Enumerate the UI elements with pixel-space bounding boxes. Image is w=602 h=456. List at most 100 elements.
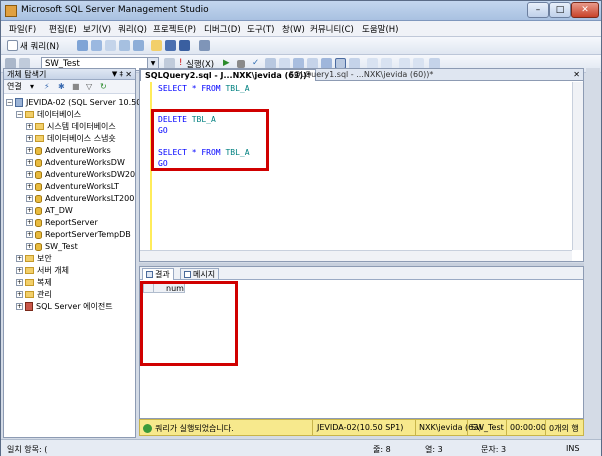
- divider: [415, 420, 416, 435]
- tree-node-database[interactable]: + AdventureWorks: [26, 145, 111, 156]
- object-explorer-toolbar: 연결 ▾ ⚡ ✱ ■ ▽ ↻: [4, 80, 135, 94]
- expand-icon[interactable]: +: [26, 171, 33, 178]
- menu-debug[interactable]: 디버그(D): [204, 23, 241, 35]
- server-icon: [15, 98, 23, 107]
- divider: [467, 420, 468, 435]
- tree-node-database[interactable]: + SW_Test: [26, 241, 78, 252]
- save-all-icon[interactable]: [179, 40, 190, 51]
- minimize-button[interactable]: –: [527, 2, 549, 18]
- parse-icon[interactable]: ✓: [252, 58, 259, 68]
- activity-monitor-icon[interactable]: [199, 40, 210, 51]
- expand-icon[interactable]: +: [26, 135, 33, 142]
- tab-messages[interactable]: 메시지: [180, 268, 220, 280]
- close-button[interactable]: ✕: [571, 2, 599, 18]
- tree-node-server[interactable]: − JEVIDA-02 (SQL Server 10.50: [6, 97, 141, 108]
- database-icon: [35, 218, 42, 227]
- menu-edit[interactable]: 편집(E): [49, 23, 77, 35]
- folder-icon: [35, 135, 44, 142]
- expand-icon[interactable]: +: [26, 147, 33, 154]
- close-tab-icon[interactable]: ✕: [573, 69, 580, 81]
- collapse-icon[interactable]: −: [16, 111, 23, 118]
- collapse-icon[interactable]: −: [6, 99, 13, 106]
- tree-node-databases[interactable]: − 데이터베이스: [16, 109, 81, 120]
- menu-window[interactable]: 창(W): [282, 23, 305, 35]
- status-line: 줄: 8: [373, 445, 391, 454]
- expand-icon[interactable]: +: [26, 183, 33, 190]
- agent-icon: [25, 302, 33, 311]
- maximize-button[interactable]: □: [549, 2, 571, 18]
- expand-icon[interactable]: +: [26, 207, 33, 214]
- connect-dropdown[interactable]: 연결: [7, 82, 22, 91]
- code-area[interactable]: SELECT * FROM TBL_A DELETE TBL_A GO SELE…: [140, 82, 572, 250]
- disconnect-icon[interactable]: ✱: [58, 80, 65, 94]
- expand-icon[interactable]: +: [16, 279, 23, 286]
- new-query-button[interactable]: 새 쿼리(N): [20, 40, 59, 52]
- tree-node-server-objects[interactable]: + 서버 개체: [16, 265, 69, 276]
- tree-node-replication[interactable]: + 복제: [16, 277, 52, 288]
- tree-node-snapshots[interactable]: + 데이터베이스 스냅숏: [26, 133, 116, 144]
- stop-icon[interactable]: [237, 60, 245, 68]
- menu-file[interactable]: 파일(F): [9, 23, 36, 35]
- expand-icon[interactable]: +: [26, 195, 33, 202]
- tree-node-agent[interactable]: + SQL Server 에이전트: [16, 301, 113, 312]
- save-icon[interactable]: [165, 40, 176, 51]
- vertical-scrollbar[interactable]: [572, 82, 583, 250]
- expand-icon[interactable]: +: [16, 303, 23, 310]
- tree-node-database[interactable]: + AdventureWorksDW: [26, 157, 125, 168]
- status-database: SW_Test: [471, 423, 504, 432]
- dmx-query-icon[interactable]: [119, 40, 130, 51]
- expand-icon[interactable]: +: [26, 243, 33, 250]
- stop-icon[interactable]: ■: [72, 80, 80, 94]
- close-panel-icon[interactable]: ✕: [125, 69, 132, 80]
- open-file-icon[interactable]: [151, 40, 162, 51]
- connect-icon[interactable]: ⚡: [44, 80, 50, 94]
- tree-node-database[interactable]: + AT_DW: [26, 205, 73, 216]
- status-char: 문자: 3: [481, 445, 507, 454]
- database-icon: [35, 206, 42, 215]
- database-engine-query-icon[interactable]: [77, 40, 88, 51]
- query-editor: SQLQuery2.sql - J...NXK\jevida (63))* SQ…: [139, 68, 584, 262]
- folder-icon: [25, 255, 34, 262]
- tree-node-management[interactable]: + 관리: [16, 289, 52, 300]
- tree-node-database[interactable]: + AdventureWorksDW20: [26, 169, 135, 180]
- menu-tools[interactable]: 도구(T): [247, 23, 274, 35]
- tree-node-database[interactable]: + ReportServerTempDB: [26, 229, 131, 240]
- tree-node-database[interactable]: + ReportServer: [26, 217, 98, 228]
- pin-icon[interactable]: ▼ ‡: [112, 69, 123, 80]
- menu-view[interactable]: 보기(V): [83, 23, 111, 35]
- expand-icon[interactable]: +: [16, 267, 23, 274]
- tree-node-database[interactable]: + AdventureWorksLT: [26, 181, 119, 192]
- horizontal-scrollbar[interactable]: [140, 250, 572, 261]
- expand-icon[interactable]: +: [26, 159, 33, 166]
- mdx-query-icon[interactable]: [105, 40, 116, 51]
- menu-project[interactable]: 프로젝트(P): [153, 23, 196, 35]
- expand-icon[interactable]: +: [16, 255, 23, 262]
- menu-community[interactable]: 커뮤니티(C): [310, 23, 354, 35]
- app-icon: [5, 5, 17, 17]
- tree-node-security[interactable]: + 보안: [16, 253, 52, 264]
- title-bar: Microsoft SQL Server Management Studio –…: [1, 1, 601, 21]
- status-server: JEVIDA-02(10.50 SP1): [317, 423, 404, 432]
- folder-icon: [35, 123, 44, 130]
- refresh-icon[interactable]: ↻: [100, 80, 107, 94]
- tree-node-database[interactable]: + AdventureWorksLT200: [26, 193, 134, 204]
- database-icon: [35, 194, 42, 203]
- expand-icon[interactable]: +: [26, 123, 33, 130]
- expand-icon[interactable]: +: [26, 219, 33, 226]
- filter-icon[interactable]: ▽: [86, 80, 92, 94]
- menu-help[interactable]: 도움말(H): [362, 23, 398, 35]
- status-rows: 0개의 행: [549, 424, 579, 433]
- expand-icon[interactable]: +: [26, 231, 33, 238]
- tab-sqlquery1[interactable]: SQLQuery1.sql - ...NXK\jevida (60))*: [285, 69, 437, 81]
- menu-query[interactable]: 쿼리(Q): [118, 23, 147, 35]
- expand-icon[interactable]: +: [16, 291, 23, 298]
- folder-icon: [25, 279, 34, 286]
- tree-node-system-databases[interactable]: + 시스템 데이터베이스: [26, 121, 116, 132]
- connect-chevron-icon[interactable]: ▾: [30, 80, 34, 94]
- xmla-query-icon[interactable]: [133, 40, 144, 51]
- analysis-query-icon[interactable]: [91, 40, 102, 51]
- database-icon: [35, 158, 42, 167]
- object-explorer-title: 개체 탐색기: [7, 70, 47, 79]
- debug-icon[interactable]: ▶: [223, 58, 230, 68]
- tab-results[interactable]: 결과: [142, 268, 174, 280]
